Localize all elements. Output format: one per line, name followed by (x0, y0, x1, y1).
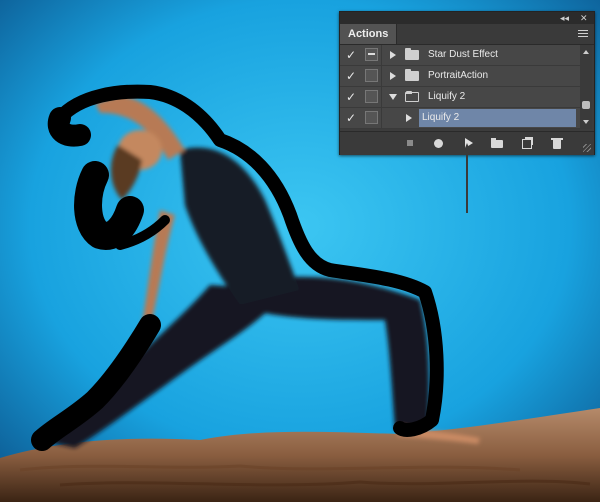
toggle-checkmark[interactable]: ✓ (346, 90, 359, 104)
dialog-toggle-icon[interactable] (365, 69, 378, 82)
actions-list: ✓ Star Dust Effect ✓ PortraitAction ✓ Li… (340, 45, 580, 129)
scroll-up-icon[interactable] (583, 50, 589, 54)
toggle-checkmark[interactable]: ✓ (346, 48, 359, 62)
expand-arrow-icon[interactable] (406, 114, 412, 122)
action-set-liquify[interactable]: ✓ Liquify 2 (340, 87, 580, 108)
collapse-icon[interactable]: ◂◂ (560, 12, 569, 24)
annotation-arrow (463, 143, 471, 213)
action-liquify-2[interactable]: ✓ Liquify 2 (340, 108, 580, 129)
expand-arrow-icon[interactable] (390, 51, 396, 59)
close-icon[interactable]: ✕ (580, 12, 588, 24)
panel-tab-row: Actions (340, 24, 594, 45)
actions-scrollbar[interactable] (580, 45, 592, 129)
action-label: Liquify 2 (428, 91, 466, 102)
expand-arrow-icon[interactable] (390, 72, 396, 80)
actions-panel: ◂◂ ✕ Actions ✓ Star Dust Effect ✓ Portra… (339, 11, 595, 155)
action-label: PortraitAction (428, 70, 489, 81)
action-set-star-dust[interactable]: ✓ Star Dust Effect (340, 45, 580, 66)
panel-titlebar: ◂◂ ✕ (340, 12, 594, 24)
tab-actions[interactable]: Actions (340, 24, 398, 44)
action-label: Star Dust Effect (428, 49, 498, 60)
dialog-toggle-icon[interactable] (365, 90, 378, 103)
scroll-down-icon[interactable] (583, 120, 589, 124)
dialog-toggle-icon[interactable] (365, 111, 378, 124)
scroll-thumb[interactable] (582, 101, 590, 109)
resize-grip[interactable] (583, 144, 591, 152)
panel-menu-icon[interactable] (574, 28, 588, 40)
stop-icon[interactable] (403, 137, 417, 150)
dialog-toggle-icon[interactable] (365, 48, 378, 61)
new-action-icon[interactable] (520, 137, 534, 150)
collapse-arrow-icon[interactable] (389, 94, 397, 100)
toggle-checkmark[interactable]: ✓ (346, 111, 359, 125)
toggle-checkmark[interactable]: ✓ (346, 69, 359, 83)
trash-icon[interactable] (550, 137, 564, 150)
record-icon[interactable] (431, 137, 445, 150)
open-folder-icon (405, 91, 419, 102)
new-set-icon[interactable] (490, 137, 504, 150)
action-set-portrait[interactable]: ✓ PortraitAction (340, 66, 580, 87)
folder-icon (405, 48, 419, 60)
folder-icon (405, 69, 419, 81)
action-label: Liquify 2 (422, 112, 460, 123)
